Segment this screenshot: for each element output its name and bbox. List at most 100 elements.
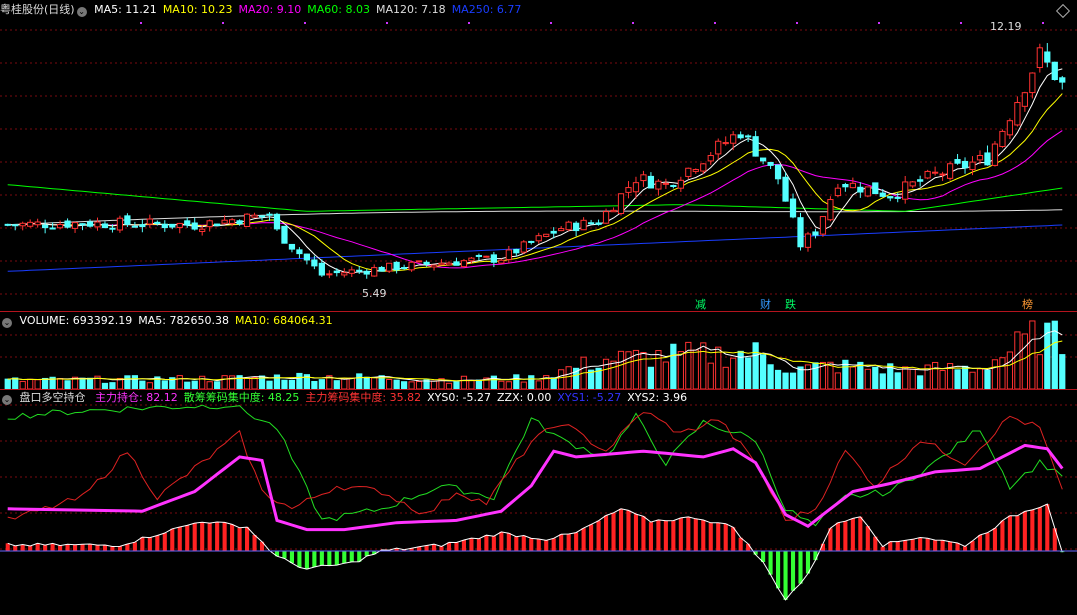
volume-bar [27,378,34,390]
volume-bar [752,342,759,390]
volume-bar [415,380,423,390]
volume-bar [677,351,684,390]
candle-body [849,182,856,189]
volume-bar [715,346,722,390]
candle-body [932,171,939,174]
indicator-value: 主力筹码集中度: 35.82 [305,391,422,404]
candle-body [281,225,288,244]
candle-body [311,259,318,267]
candle-body [430,264,438,268]
candle-body [834,187,842,197]
candle-body [423,261,430,265]
candle-body [27,221,34,227]
candle-body [587,222,595,225]
volume-bar [984,369,991,390]
volume-bar [647,366,655,390]
candle-body [86,221,94,227]
indicator-value: 主力持仓: 82.12 [95,391,178,404]
candle-body [191,222,198,230]
candle-body [819,216,827,235]
candle-body [228,219,236,224]
ma-value: MA250: 6.77 [451,3,522,16]
signal-dot [1042,22,1044,24]
candle-body [595,222,602,225]
signal-dot [796,22,798,24]
event-tag[interactable]: 榜 [1022,296,1033,312]
candle-body [513,248,520,254]
volume-bar [528,375,535,390]
ma5-line [7,68,1063,274]
stock-title[interactable]: 粤桂股份(日线) [0,3,75,16]
volume-bar [363,376,370,390]
candle-body [1059,77,1066,83]
volume-bar [296,372,303,390]
volume-bar [356,373,363,390]
volume-bar [430,380,438,390]
candle-body [976,155,984,161]
volume-bar [1059,354,1066,390]
retail-concentration-line [7,404,1063,527]
ma120-line [7,209,1063,226]
candle-body [139,224,146,228]
volume-bar [932,361,939,390]
volume-bar [917,375,924,390]
event-tag[interactable]: 财 [760,296,771,312]
volume-bar [797,366,804,390]
low-price-label: 5.49 [362,287,387,300]
candle-body [782,176,789,202]
price-panel-header: 粤桂股份(日线) ⌄ MA5: 11.21 MA10: 10.23 MA20: 9.1… [0,1,533,19]
ma-value: MA120: 7.18 [375,3,446,16]
candle-body [12,224,19,227]
candle-body [602,211,610,224]
signal-dot [468,22,470,24]
candle-body [498,259,505,264]
candle-body [348,269,355,274]
candle-body [415,260,423,263]
volume-bar [655,350,662,390]
candle-body [386,262,393,272]
volume-bar [221,375,228,390]
chevron-down-icon[interactable]: ⌄ [2,318,12,328]
indicator-title[interactable]: 盘口多空持仓 [20,391,86,404]
candle-body [655,180,662,190]
indicator-value: 散筹筹码集中度: 48.25 [183,391,300,404]
candle-body [707,155,714,162]
signal-dot [632,22,634,24]
volume-bar [475,379,483,390]
candle-body [206,220,213,228]
candle-body [647,175,655,189]
volume-bar [722,366,729,390]
chevron-down-icon[interactable]: ⌄ [76,7,87,17]
candle-body [124,215,131,225]
volume-bar [184,381,191,390]
volume-bar [565,366,572,390]
candle-body [101,223,109,229]
volume-bar [617,350,625,390]
candle-body [199,228,206,232]
volume-bar [804,364,812,390]
high-price-label: 12.19 [990,20,1022,33]
volume-bar [700,342,707,390]
volume-bar [281,379,288,390]
candle-body [752,136,759,157]
panel-divider [0,389,1077,390]
candle-body [827,199,834,221]
candle-body [864,186,871,197]
candle-body [445,262,453,266]
candle-body [490,254,497,263]
volume-bar [311,380,318,390]
volume-bar [124,375,131,390]
event-tag[interactable]: 跌 [785,296,796,312]
chevron-down-icon[interactable]: ⌄ [2,395,12,405]
candle-body [64,220,71,228]
volume-bar [42,377,49,390]
event-tag[interactable]: 减 [695,296,706,312]
candle-body [303,253,311,261]
candle-body [640,174,647,182]
chart-canvas [0,22,1077,601]
candle-body [745,135,752,138]
candle-body [221,219,228,224]
signal-dot [550,22,552,24]
volume-bar [902,366,909,390]
candle-body [318,262,325,276]
